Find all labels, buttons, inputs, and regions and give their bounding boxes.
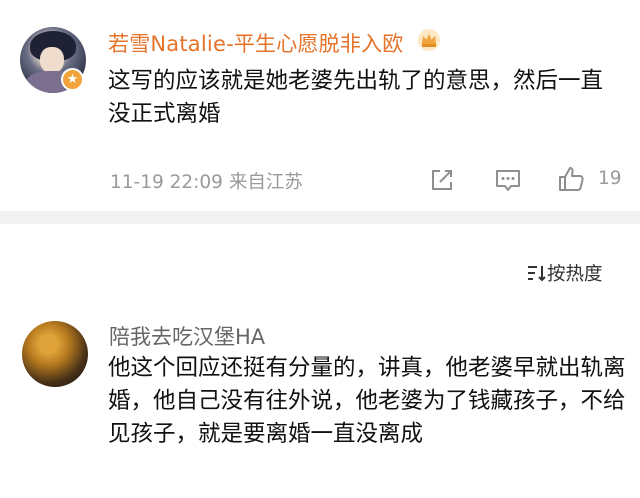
comment-meta: 11-19 22:09 来自江苏: [110, 168, 303, 194]
section-divider: [0, 211, 640, 224]
comment-username[interactable]: 若雪Natalie-平生心愿脱非入欧: [108, 28, 403, 58]
like-count: 19: [598, 168, 622, 189]
avatar-face: [40, 47, 64, 73]
share-icon[interactable]: [428, 166, 456, 194]
verified-badge-icon: ★: [61, 68, 84, 91]
like-icon[interactable]: [557, 165, 585, 193]
comment-text: 这写的应该就是她老婆先出轨了的意思，然后一直没正式离婚: [108, 68, 604, 127]
sort-icon: [528, 266, 546, 282]
comment-icon[interactable]: [494, 166, 522, 194]
comment-text: 他这个回应还挺有分量的，讲真，他老婆早就出轨离婚，他自己没有往外说，他老婆为了钱…: [108, 355, 626, 447]
sort-by-hot-button[interactable]: 按热度: [527, 260, 603, 286]
crown-icon: [418, 29, 440, 51]
comment-location: 来自江苏: [228, 172, 303, 193]
comment-date: 11-19 22:09: [110, 172, 223, 193]
sort-label: 按热度: [547, 264, 603, 285]
user-avatar[interactable]: [22, 321, 88, 387]
comment-username[interactable]: 陪我去吃汉堡HA: [109, 321, 265, 351]
